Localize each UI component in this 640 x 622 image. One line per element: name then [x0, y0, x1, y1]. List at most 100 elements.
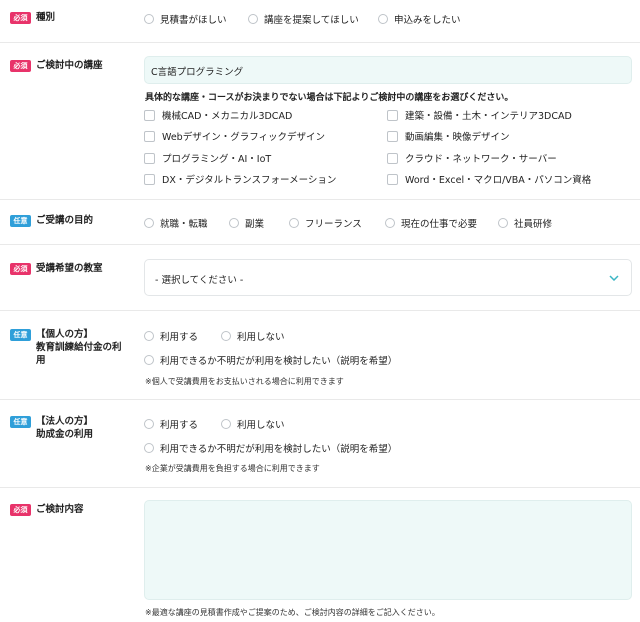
type-label: 種別	[36, 12, 56, 23]
radio-button[interactable]	[221, 331, 231, 341]
corporate-option-unsure[interactable]: 利用できるか不明だが利用を検討したい（説明を希望）	[144, 441, 397, 455]
corporate-label-line2: 助成金の利用	[36, 429, 94, 440]
radio-button[interactable]	[144, 355, 154, 365]
radio-button[interactable]	[144, 14, 154, 24]
details-textarea[interactable]	[144, 500, 632, 600]
corporate-note: ※企業が受講費用を負担する場合に利用できます	[145, 464, 320, 473]
checkbox-web-design[interactable]: Webデザイン・グラフィックデザイン	[144, 129, 325, 143]
checkbox[interactable]	[144, 173, 155, 185]
purpose-option-freelance[interactable]: フリーランス	[289, 216, 362, 230]
option-label: 利用できるか不明だが利用を検討したい（説明を希望）	[160, 356, 398, 367]
optional-badge: 任意	[10, 329, 31, 341]
radio-button[interactable]	[221, 419, 231, 429]
type-option-estimate[interactable]: 見積書がほしい	[144, 12, 227, 26]
radio-button[interactable]	[144, 331, 154, 341]
corporate-subsidy-section: 任意 【法人の方】 助成金の利用 利用する 利用しない 利用できるか不明だが利用…	[0, 400, 640, 488]
course-input-value: C言語プログラミング	[151, 67, 244, 78]
option-label: 利用しない	[237, 332, 285, 343]
checkbox[interactable]	[387, 109, 398, 121]
checkbox-label: 動画編集・映像デザイン	[405, 132, 510, 143]
option-label: 見積書がほしい	[160, 15, 227, 26]
purpose-option-side-job[interactable]: 副業	[229, 216, 264, 230]
corporate-label-line1: 【法人の方】	[36, 416, 94, 427]
radio-button[interactable]	[144, 218, 154, 228]
classroom-section: 必須 受講希望の教室 - 選択してください -	[0, 245, 640, 311]
course-section: 必須 ご検討中の講座 C言語プログラミング 具体的な講座・コースがお決まりでない…	[0, 43, 640, 200]
optional-badge: 任意	[10, 215, 31, 227]
checkbox-video-editing[interactable]: 動画編集・映像デザイン	[387, 129, 510, 143]
required-badge: 必須	[10, 504, 31, 516]
option-label: 現在の仕事で必要	[401, 219, 478, 230]
classroom-select-value: - 選択してください -	[155, 275, 244, 286]
course-input[interactable]: C言語プログラミング	[144, 56, 632, 84]
checkbox-label: Webデザイン・グラフィックデザイン	[162, 132, 326, 143]
option-label: 利用する	[160, 420, 199, 431]
radio-button[interactable]	[289, 218, 299, 228]
required-badge: 必須	[10, 60, 31, 72]
individual-label-line3: 用	[36, 355, 46, 366]
checkbox-label: プログラミング・AI・IoT	[162, 154, 272, 165]
required-badge: 必須	[10, 12, 31, 24]
radio-button[interactable]	[385, 218, 395, 228]
checkbox[interactable]	[387, 152, 398, 164]
checkbox[interactable]	[387, 173, 398, 185]
radio-button[interactable]	[498, 218, 508, 228]
corporate-option-use[interactable]: 利用する	[144, 417, 198, 431]
type-option-proposal[interactable]: 講座を提案してほしい	[248, 12, 359, 26]
checkbox-label: Word・Excel・マクロ/VBA・パソコン資格	[405, 175, 592, 186]
details-label: ご検討内容	[36, 504, 84, 515]
checkbox-cloud-network[interactable]: クラウド・ネットワーク・サーバー	[387, 151, 557, 165]
details-section: 必須 ご検討内容 ※最適な講座の見積書作成やご提案のため、ご検討内容の詳細をご記…	[0, 488, 640, 622]
option-label: 副業	[245, 219, 265, 230]
checkbox-label: クラウド・ネットワーク・サーバー	[405, 154, 557, 165]
purpose-option-job[interactable]: 就職・転職	[144, 216, 208, 230]
option-label: 利用できるか不明だが利用を検討したい（説明を希望）	[160, 444, 398, 455]
radio-button[interactable]	[229, 218, 239, 228]
checkbox-dx[interactable]: DX・デジタルトランスフォーメーション	[144, 172, 336, 186]
radio-button[interactable]	[248, 14, 258, 24]
course-hint: 具体的な講座・コースがお決まりでない場合は下記よりご検討中の講座をお選びください…	[145, 93, 514, 103]
individual-option-not-use[interactable]: 利用しない	[221, 329, 285, 343]
option-label: 就職・転職	[160, 219, 208, 230]
type-option-apply[interactable]: 申込みをしたい	[378, 12, 461, 26]
checkbox[interactable]	[144, 152, 155, 164]
checkbox-mechanical-cad[interactable]: 機械CAD・メカニカル3DCAD	[144, 108, 292, 122]
checkbox[interactable]	[387, 130, 398, 142]
individual-label-line1: 【個人の方】	[36, 329, 94, 340]
details-note: ※最適な講座の見積書作成やご提案のため、ご検討内容の詳細をご記入ください。	[145, 608, 440, 617]
classroom-select[interactable]: - 選択してください -	[144, 259, 632, 296]
individual-option-use[interactable]: 利用する	[144, 329, 198, 343]
purpose-option-training[interactable]: 社員研修	[498, 216, 552, 230]
option-label: 講座を提案してほしい	[264, 15, 359, 26]
purpose-section: 任意 ご受講の目的 就職・転職 副業 フリーランス 現在の仕事で必要 社員研修	[0, 200, 640, 245]
course-label: ご検討中の講座	[36, 60, 103, 71]
option-label: フリーランス	[305, 219, 362, 230]
type-section: 必須 種別 見積書がほしい 講座を提案してほしい 申込みをしたい	[0, 0, 640, 43]
checkbox-label: 建築・設備・土木・インテリア3DCAD	[405, 111, 572, 122]
radio-button[interactable]	[378, 14, 388, 24]
purpose-option-current-work[interactable]: 現在の仕事で必要	[385, 216, 477, 230]
radio-button[interactable]	[144, 443, 154, 453]
required-badge: 必須	[10, 263, 31, 275]
option-label: 申込みをしたい	[394, 15, 461, 26]
individual-option-unsure[interactable]: 利用できるか不明だが利用を検討したい（説明を希望）	[144, 353, 397, 367]
checkbox[interactable]	[144, 130, 155, 142]
chevron-down-icon	[609, 275, 619, 281]
option-label: 利用しない	[237, 420, 285, 431]
checkbox-programming[interactable]: プログラミング・AI・IoT	[144, 151, 271, 165]
individual-note: ※個人で受講費用をお支払いされる場合に利用できます	[145, 377, 344, 386]
checkbox-architecture-cad[interactable]: 建築・設備・土木・インテリア3DCAD	[387, 108, 572, 122]
optional-badge: 任意	[10, 416, 31, 428]
classroom-label: 受講希望の教室	[36, 263, 103, 274]
corporate-option-not-use[interactable]: 利用しない	[221, 417, 285, 431]
checkbox-office[interactable]: Word・Excel・マクロ/VBA・パソコン資格	[387, 172, 591, 186]
checkbox-label: 機械CAD・メカニカル3DCAD	[162, 111, 293, 122]
individual-label-line2: 教育訓練給付金の利	[36, 342, 122, 353]
checkbox[interactable]	[144, 109, 155, 121]
option-label: 社員研修	[514, 219, 553, 230]
radio-button[interactable]	[144, 419, 154, 429]
purpose-label: ご受講の目的	[36, 215, 94, 226]
option-label: 利用する	[160, 332, 199, 343]
checkbox-label: DX・デジタルトランスフォーメーション	[162, 175, 337, 186]
individual-benefit-section: 任意 【個人の方】 教育訓練給付金の利 用 利用する 利用しない 利用できるか不…	[0, 311, 640, 400]
